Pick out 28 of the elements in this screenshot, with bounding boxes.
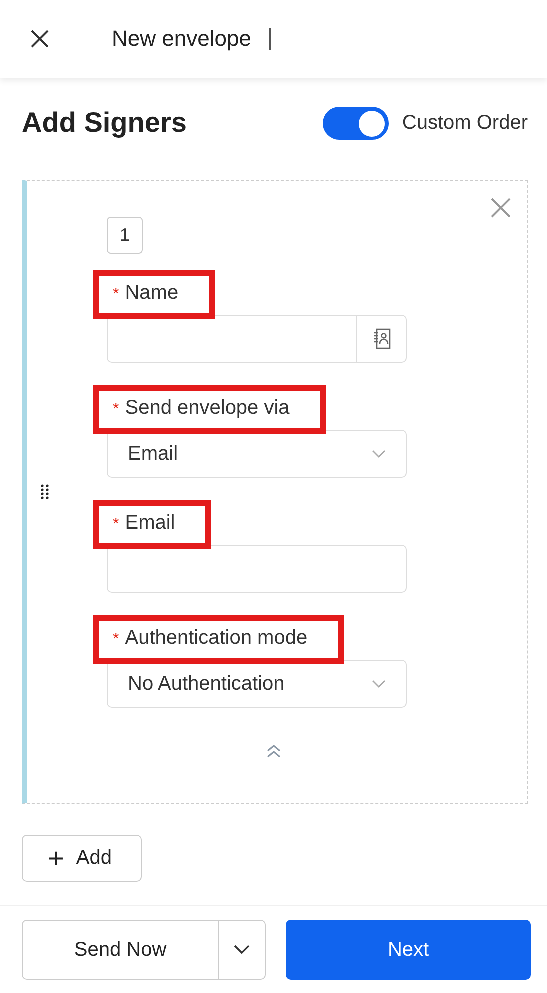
name-field[interactable] xyxy=(107,315,407,363)
required-mark: * xyxy=(113,401,120,419)
chevron-down-icon xyxy=(372,450,386,458)
field-label: Authentication mode xyxy=(125,627,308,650)
close-icon[interactable] xyxy=(30,29,50,49)
custom-order-toggle[interactable] xyxy=(323,106,390,140)
add-button[interactable]: + Add xyxy=(22,835,142,882)
remove-signer-icon[interactable] xyxy=(490,197,512,219)
dropdown[interactable]: Email xyxy=(107,430,407,478)
field-label: Email xyxy=(125,512,176,535)
signer-order-number: 1 xyxy=(107,217,144,254)
required-mark: * xyxy=(113,516,120,534)
text-cursor xyxy=(269,28,272,50)
chevron-down-icon xyxy=(234,945,250,955)
custom-order-label: Custom Order xyxy=(402,112,528,134)
email-field[interactable] xyxy=(107,545,407,593)
field-label: Name xyxy=(125,282,179,305)
required-mark: * xyxy=(113,631,120,649)
contact-card-icon xyxy=(372,328,392,350)
dropdown[interactable]: No Authentication xyxy=(107,660,407,708)
envelope-title: New envelope xyxy=(112,26,252,52)
page-title: Add Signers xyxy=(22,107,187,139)
next-button[interactable]: Next xyxy=(286,920,531,980)
drag-handle-icon[interactable] xyxy=(41,484,49,500)
collapse-icon[interactable] xyxy=(266,744,282,758)
required-mark: * xyxy=(113,286,120,304)
chevron-down-icon xyxy=(372,680,386,688)
field-label: Send envelope via xyxy=(125,397,290,420)
